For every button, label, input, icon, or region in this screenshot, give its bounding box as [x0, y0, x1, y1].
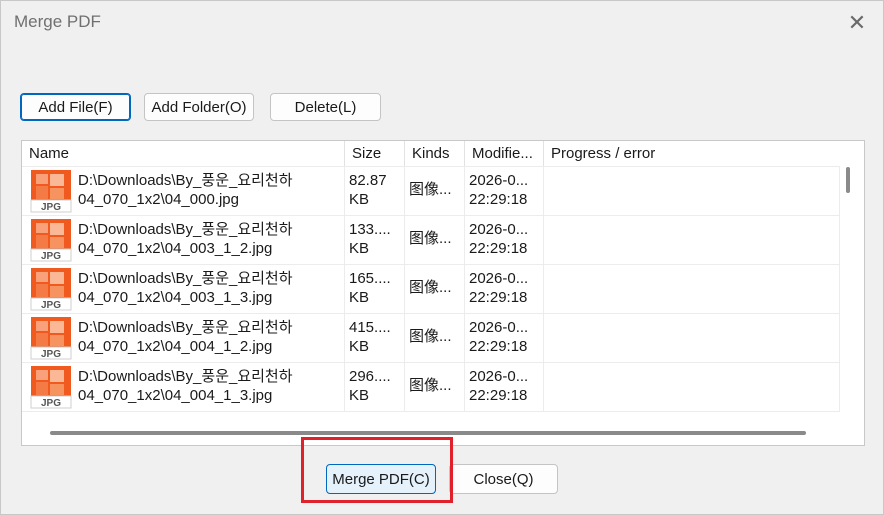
name-cell: JPG D:\Downloads\By_풍운_요리천하 04_070_1x2\0…	[22, 362, 345, 411]
table-row[interactable]: JPG D:\Downloads\By_풍운_요리천하 04_070_1x2\0…	[22, 313, 840, 363]
size-cell: 133.... KB	[345, 215, 405, 264]
name-cell: JPG D:\Downloads\By_풍운_요리천하 04_070_1x2\0…	[22, 264, 345, 313]
column-header-modified[interactable]: Modifie...	[465, 141, 544, 166]
svg-text:JPG: JPG	[41, 251, 61, 262]
merge-pdf-dialog: Merge PDF ✕ Add File(F) Add Folder(O) De…	[0, 0, 884, 515]
svg-text:JPG: JPG	[41, 300, 61, 311]
modified-cell: 2026-0... 22:29:18	[465, 313, 544, 362]
merge-pdf-button[interactable]: Merge PDF(C)	[326, 464, 436, 494]
table-row[interactable]: JPG D:\Downloads\By_풍운_요리천하 04_070_1x2\0…	[22, 166, 840, 216]
size-cell: 296.... KB	[345, 362, 405, 411]
progress-cell	[544, 166, 840, 215]
jpg-file-icon: JPG	[30, 219, 72, 262]
table-row[interactable]: JPG D:\Downloads\By_풍운_요리천하 04_070_1x2\0…	[22, 264, 840, 314]
close-icon[interactable]: ✕	[839, 7, 875, 39]
svg-text:JPG: JPG	[41, 349, 61, 360]
horizontal-scrollbar[interactable]	[22, 421, 840, 445]
jpg-file-icon: JPG	[30, 268, 72, 311]
jpg-file-icon: JPG	[30, 317, 72, 360]
modified-cell: 2026-0... 22:29:18	[465, 362, 544, 411]
size-cell: 165.... KB	[345, 264, 405, 313]
vertical-scrollbar[interactable]	[838, 141, 864, 421]
file-path-line2: 04_070_1x2\04_000.jpg	[78, 191, 239, 208]
title-bar: Merge PDF ✕	[1, 1, 883, 45]
file-path-line1: D:\Downloads\By_풍운_요리천하	[78, 319, 293, 336]
column-header-progress[interactable]: Progress / error	[544, 141, 840, 166]
column-header-name[interactable]: Name	[22, 141, 345, 166]
list-header: Name Size Kinds Modifie... Progress / er…	[22, 141, 840, 167]
name-cell: JPG D:\Downloads\By_풍운_요리천하 04_070_1x2\0…	[22, 313, 345, 362]
kind-cell: 图像...	[405, 313, 465, 362]
file-path-line2: 04_070_1x2\04_004_1_2.jpg	[78, 338, 273, 355]
size-cell: 82.87 KB	[345, 166, 405, 215]
horizontal-scroll-thumb[interactable]	[50, 431, 806, 435]
window-title: Merge PDF	[14, 12, 101, 31]
svg-text:JPG: JPG	[41, 398, 61, 409]
file-path-line2: 04_070_1x2\04_003_1_3.jpg	[78, 289, 273, 306]
file-path-line2: 04_070_1x2\04_003_1_2.jpg	[78, 240, 273, 257]
name-cell: JPG D:\Downloads\By_풍운_요리천하 04_070_1x2\0…	[22, 166, 345, 215]
progress-cell	[544, 215, 840, 264]
table-row[interactable]: JPG D:\Downloads\By_풍운_요리천하 04_070_1x2\0…	[22, 362, 840, 412]
modified-cell: 2026-0... 22:29:18	[465, 215, 544, 264]
name-cell: JPG D:\Downloads\By_풍운_요리천하 04_070_1x2\0…	[22, 215, 345, 264]
kind-cell: 图像...	[405, 362, 465, 411]
file-path-line1: D:\Downloads\By_풍운_요리천하	[78, 221, 293, 238]
size-cell: 415.... KB	[345, 313, 405, 362]
file-list[interactable]: Name Size Kinds Modifie... Progress / er…	[21, 140, 865, 446]
vertical-scroll-thumb[interactable]	[846, 167, 850, 193]
jpg-file-icon: JPG	[30, 366, 72, 409]
modified-cell: 2026-0... 22:29:18	[465, 264, 544, 313]
kind-cell: 图像...	[405, 215, 465, 264]
progress-cell	[544, 362, 840, 411]
svg-text:JPG: JPG	[41, 202, 61, 213]
add-folder-button[interactable]: Add Folder(O)	[144, 93, 254, 121]
kind-cell: 图像...	[405, 264, 465, 313]
kind-cell: 图像...	[405, 166, 465, 215]
progress-cell	[544, 264, 840, 313]
column-header-kinds[interactable]: Kinds	[405, 141, 465, 166]
add-file-button[interactable]: Add File(F)	[20, 93, 131, 121]
jpg-file-icon: JPG	[30, 170, 72, 213]
file-path-line2: 04_070_1x2\04_004_1_3.jpg	[78, 387, 273, 404]
file-path-line1: D:\Downloads\By_풍운_요리천하	[78, 368, 293, 385]
progress-cell	[544, 313, 840, 362]
column-header-size[interactable]: Size	[345, 141, 405, 166]
delete-button[interactable]: Delete(L)	[270, 93, 381, 121]
file-path-line1: D:\Downloads\By_풍운_요리천하	[78, 172, 293, 189]
table-row[interactable]: JPG D:\Downloads\By_풍운_요리천하 04_070_1x2\0…	[22, 215, 840, 265]
close-button[interactable]: Close(Q)	[449, 464, 558, 494]
file-path-line1: D:\Downloads\By_풍운_요리천하	[78, 270, 293, 287]
modified-cell: 2026-0... 22:29:18	[465, 166, 544, 215]
